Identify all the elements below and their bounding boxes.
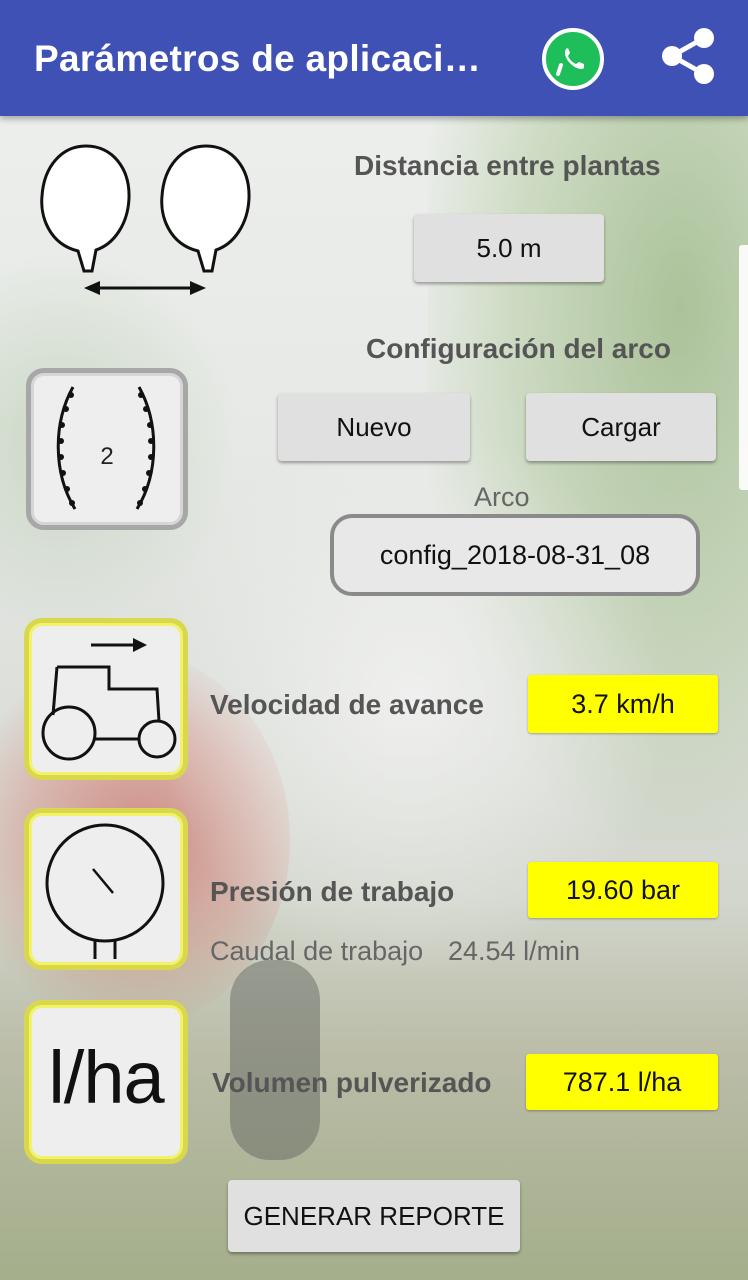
app-bar: Parámetros de aplicaci… xyxy=(0,0,748,116)
pressure-value[interactable]: 19.60 bar xyxy=(528,862,718,918)
flow-value: 24.54 l/min xyxy=(448,936,581,966)
speed-value[interactable]: 3.7 km/h xyxy=(528,675,718,733)
arc-config-tile[interactable]: 2 xyxy=(26,368,188,530)
new-button[interactable]: Nuevo xyxy=(278,393,470,461)
whatsapp-icon[interactable] xyxy=(542,28,604,90)
scroll-indicator xyxy=(739,245,748,490)
volume-label: Volumen pulverizado xyxy=(212,1067,492,1098)
load-button[interactable]: Cargar xyxy=(526,393,716,461)
pressure-label: Presión de trabajo xyxy=(210,876,455,907)
plant-distance-button[interactable]: 5.0 m xyxy=(414,214,604,282)
plant-distance-icon xyxy=(34,136,264,306)
volume-tile[interactable]: l/ha xyxy=(24,1000,188,1164)
plant-distance-label: Distancia entre plantas xyxy=(354,150,661,181)
liters-per-hectare-icon: l/ha xyxy=(48,1036,164,1119)
nozzle-count: 2 xyxy=(100,443,114,470)
manometer-tile[interactable] xyxy=(24,808,188,970)
tractor-tile[interactable] xyxy=(24,618,188,780)
speed-label: Velocidad de avance xyxy=(210,689,484,720)
arc-selector[interactable]: config_2018-08-31_08 xyxy=(330,514,700,596)
arc-config-label: Configuración del arco xyxy=(366,333,671,364)
share-icon[interactable] xyxy=(658,24,718,88)
page-title: Parámetros de aplicaci… xyxy=(34,38,481,79)
flow-label: Caudal de trabajo xyxy=(210,936,424,966)
generate-report-button[interactable]: GENERAR REPORTE xyxy=(228,1180,520,1252)
arc-label: Arco xyxy=(474,482,530,512)
volume-value[interactable]: 787.1 l/ha xyxy=(526,1054,718,1110)
